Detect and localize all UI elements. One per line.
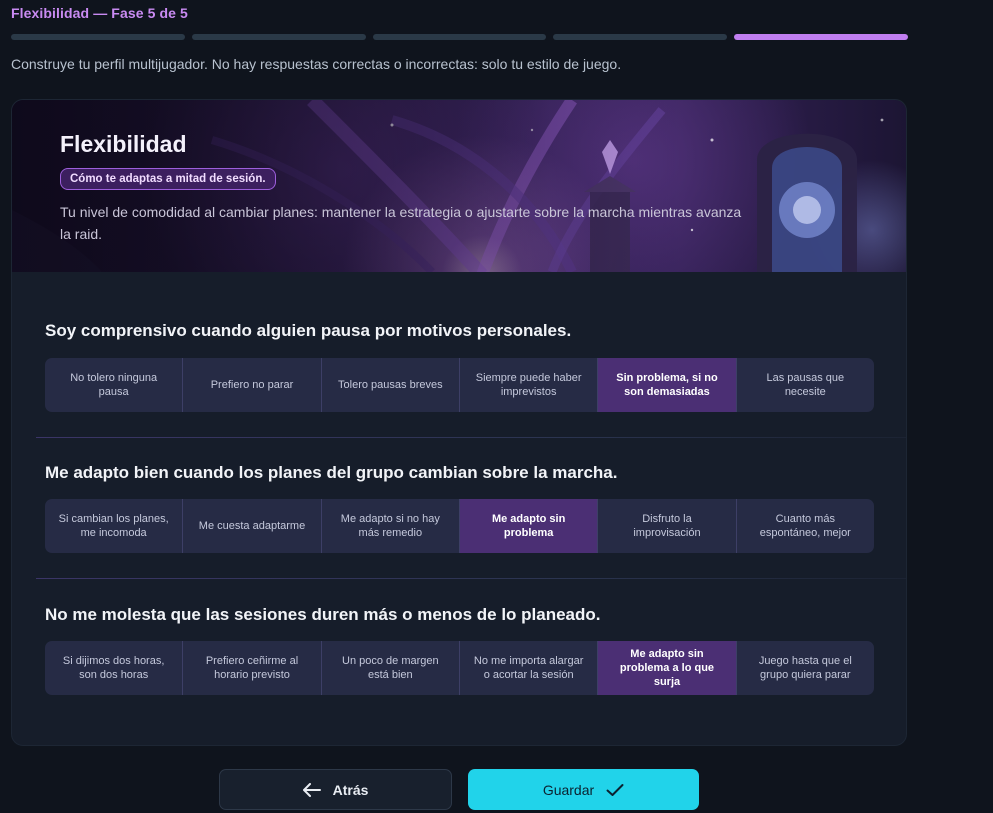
progress-step-4 (553, 34, 728, 40)
option-button[interactable]: Prefiero no parar (183, 358, 322, 412)
arrow-left-icon (302, 782, 321, 797)
section-hero: Flexibilidad Cómo te adaptas a mitad de … (12, 100, 906, 272)
section-card: Flexibilidad Cómo te adaptas a mitad de … (11, 99, 907, 746)
option-button-selected[interactable]: Me adapto sin problema a lo que surja (598, 641, 737, 695)
progress-bar (11, 34, 908, 41)
question-3-scale: Si dijimos dos horas, son dos horas Pref… (45, 641, 874, 695)
option-button[interactable]: Juego hasta que el grupo quiera parar (737, 641, 874, 695)
option-button[interactable]: No me importa alargar o acortar la sesió… (460, 641, 599, 695)
option-button[interactable]: Tolero pausas breves (322, 358, 460, 412)
section-title: Flexibilidad (60, 131, 187, 157)
option-button-selected[interactable]: Me adapto sin problema (459, 499, 599, 553)
option-button[interactable]: Prefiero ceñirme al horario previsto (183, 641, 322, 695)
save-button[interactable]: Guardar (468, 769, 699, 810)
question-3-text: No me molesta que las sesiones duren más… (45, 605, 601, 624)
progress-step-5 (734, 34, 908, 40)
option-button-selected[interactable]: Sin problema, si no son demasiadas (598, 358, 737, 412)
option-button[interactable]: Si cambian los planes, me incomoda (45, 499, 184, 553)
option-button[interactable]: No tolero ninguna pausa (45, 358, 184, 412)
question-1-text: Soy comprensivo cuando alguien pausa por… (45, 321, 572, 340)
question-2-scale: Si cambian los planes, me incomoda Me cu… (45, 499, 874, 553)
question-divider (36, 578, 906, 579)
option-button[interactable]: Las pausas que necesite (737, 358, 874, 412)
option-button[interactable]: Me cuesta adaptarme (183, 499, 322, 553)
progress-step-3 (372, 34, 547, 40)
option-button[interactable]: Si dijimos dos horas, son dos horas (45, 641, 184, 695)
option-button[interactable]: Disfruto la improvisación (598, 499, 737, 553)
question-1-scale: No tolero ninguna pausa Prefiero no para… (45, 358, 874, 412)
page-subtitle: Construye tu perfil multijugador. No hay… (11, 56, 622, 72)
progress-step-2 (191, 34, 366, 40)
option-button[interactable]: Un poco de margen está bien (322, 641, 460, 695)
option-button[interactable]: Siempre puede haber imprevistos (460, 358, 599, 412)
phase-title: Flexibilidad — Fase 5 de 5 (11, 5, 188, 21)
questionnaire-page: Flexibilidad — Fase 5 de 5 Construye tu … (0, 0, 993, 813)
question-divider (36, 437, 906, 438)
back-button[interactable]: Atrás (219, 769, 452, 810)
save-button-label: Guardar (542, 781, 595, 798)
option-button[interactable]: Cuanto más espontáneo, mejor (737, 499, 874, 553)
section-badge: Cómo te adaptas a mitad de sesión. (60, 168, 276, 190)
check-icon (606, 783, 624, 797)
section-description: Tu nivel de comodidad al cambiar planes:… (60, 204, 742, 242)
option-button[interactable]: Me adapto si no hay más remedio (322, 499, 460, 553)
question-2-text: Me adapto bien cuando los planes del gru… (45, 463, 618, 482)
progress-step-1 (11, 34, 185, 40)
back-button-label: Atrás (332, 781, 369, 798)
